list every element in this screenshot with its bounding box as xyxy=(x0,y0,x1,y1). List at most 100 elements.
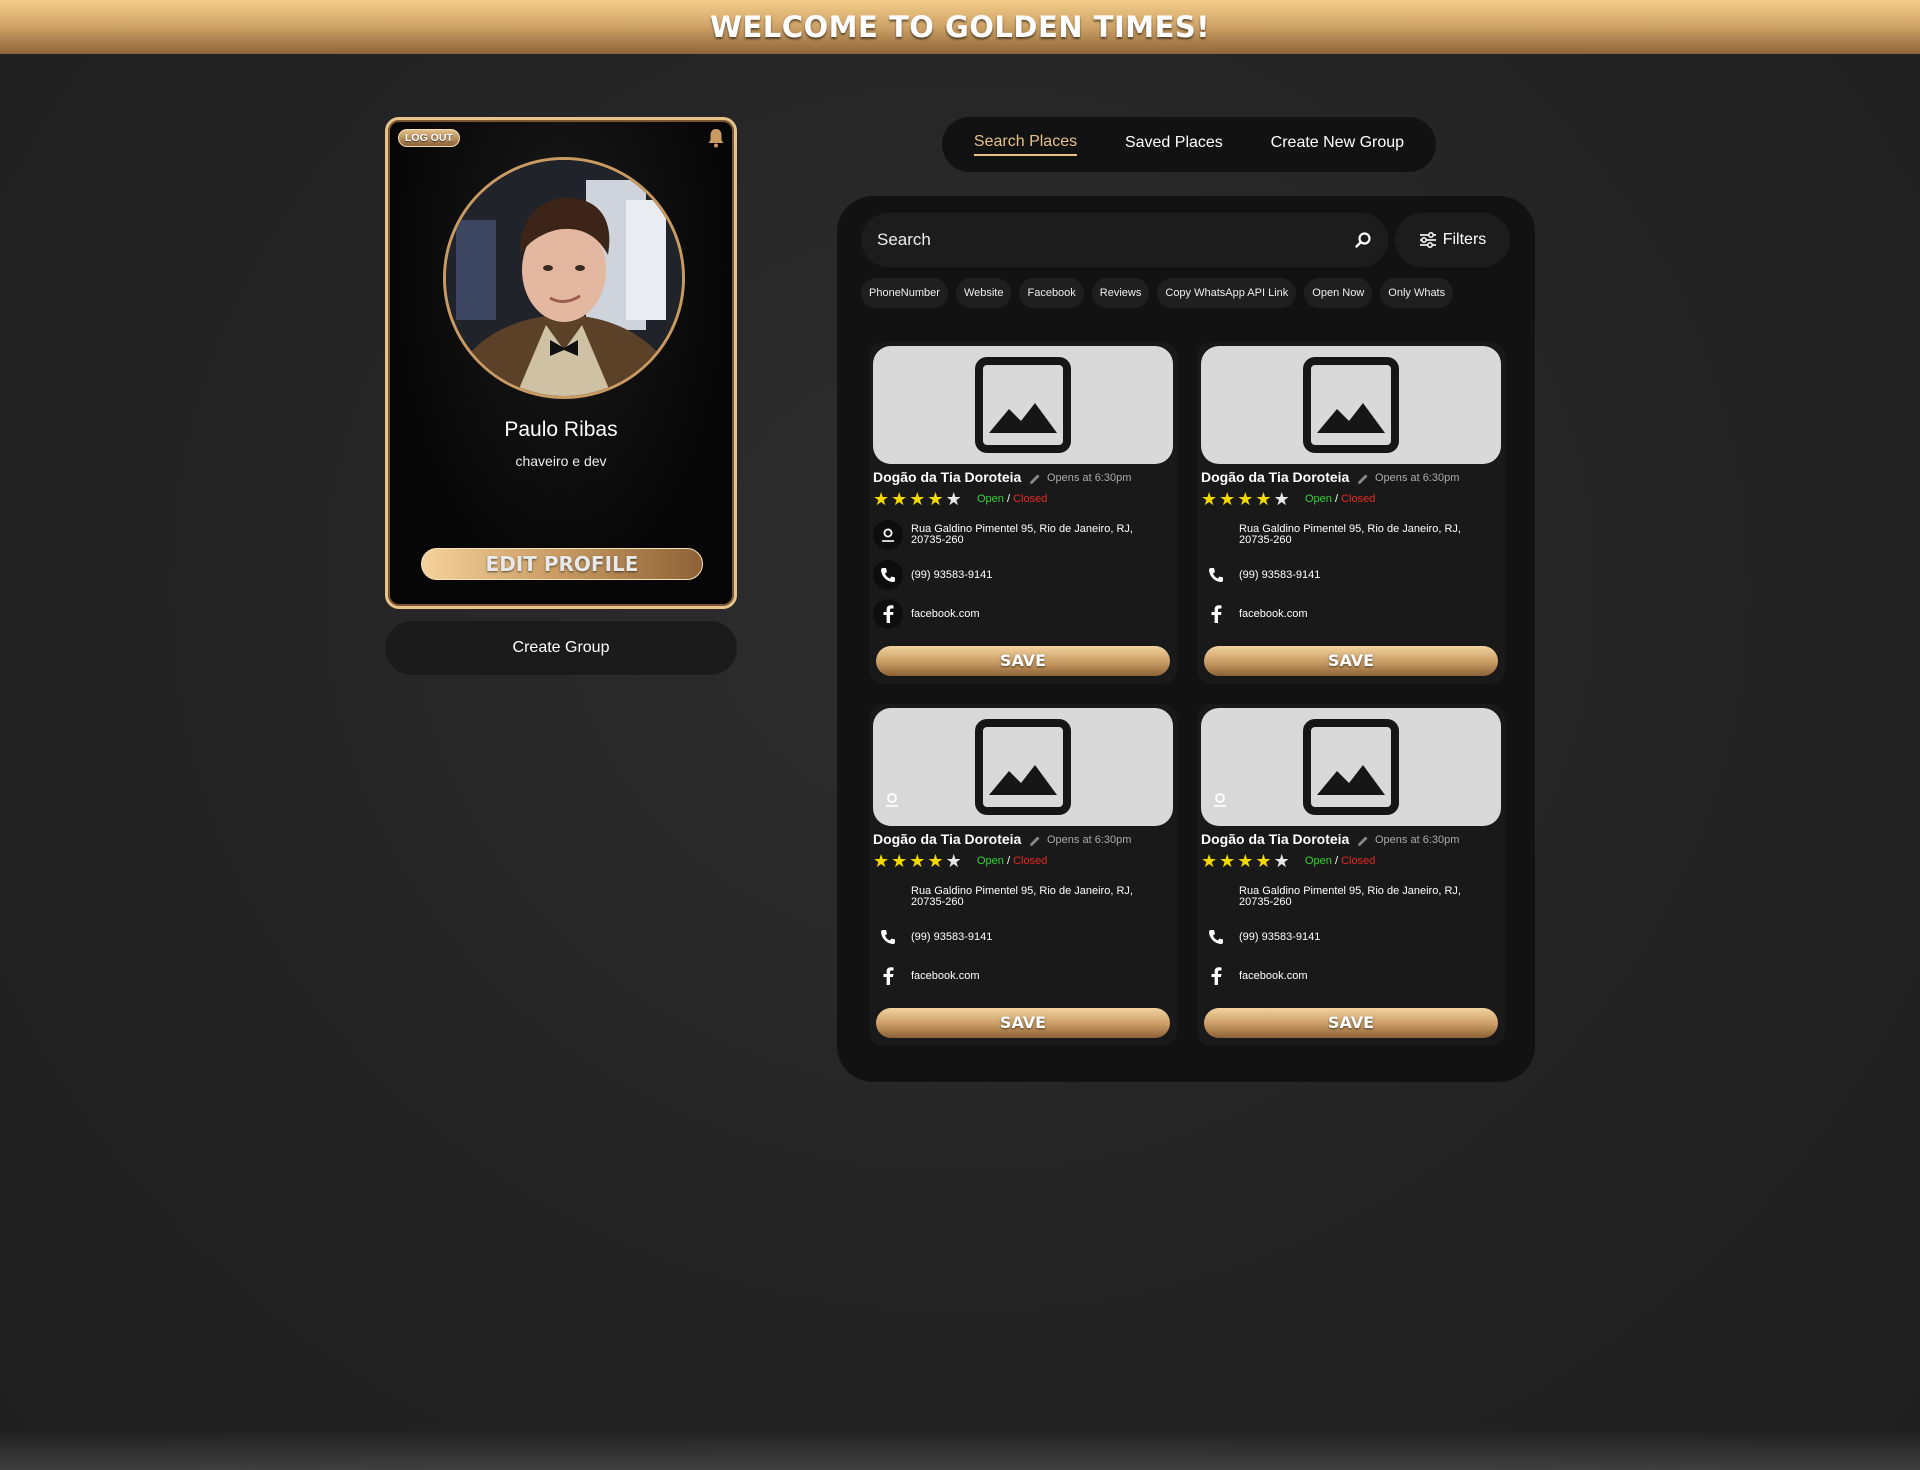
facebook-row: facebook.com xyxy=(1201,599,1307,629)
place-name: Dogão da Tia Doroteia xyxy=(1201,831,1350,847)
avatar-photo xyxy=(446,160,682,396)
star-icon: ★ xyxy=(1219,489,1236,509)
star-icon: ★ xyxy=(873,851,890,871)
phone-icon xyxy=(873,560,903,590)
pencil-icon[interactable] xyxy=(1357,473,1369,485)
chip-copy-whatsapp-link[interactable]: Copy WhatsApp API Link xyxy=(1157,278,1297,308)
edit-profile-button[interactable]: EDIT PROFILE xyxy=(421,548,703,580)
chip-website[interactable]: Website xyxy=(955,278,1012,308)
rating-stars: ★ ★ ★ ★ ★ xyxy=(873,489,962,509)
place-image xyxy=(1201,346,1501,464)
star-icon: ★ xyxy=(1201,851,1218,871)
chip-only-whats[interactable]: Only Whats xyxy=(1380,278,1454,308)
place-image xyxy=(1201,708,1501,826)
address-text: Rua Galdino Pimentel 95, Rio de Janeiro,… xyxy=(911,524,1133,546)
pencil-icon[interactable] xyxy=(1029,473,1041,485)
opening-time: Opens at 6:30pm xyxy=(1375,834,1460,846)
logout-button[interactable]: LOG OUT xyxy=(398,129,460,147)
star-icon: ★ xyxy=(891,851,908,871)
phone-text[interactable]: (99) 93583-9141 xyxy=(911,569,992,581)
nav-tabs: Search Places Saved Places Create New Gr… xyxy=(942,117,1436,172)
place-card-4: Dogão da Tia Doroteia Opens at 6:30pm ★ ★… xyxy=(1197,704,1505,1046)
star-icon: ★ xyxy=(909,489,926,509)
chip-reviews[interactable]: Reviews xyxy=(1091,278,1150,308)
star-icon: ★ xyxy=(1237,851,1254,871)
star-icon: ★ xyxy=(945,489,962,509)
filter-chips: PhoneNumber Website Facebook Reviews Cop… xyxy=(861,278,1454,308)
chip-open-now[interactable]: Open Now xyxy=(1304,278,1373,308)
tab-create-new-group[interactable]: Create New Group xyxy=(1271,134,1404,155)
open-label: Open xyxy=(1305,493,1332,505)
star-icon: ★ xyxy=(873,489,890,509)
closed-label: Closed xyxy=(1013,855,1048,867)
phone-text[interactable]: (99) 93583-9141 xyxy=(911,931,992,943)
facebook-link[interactable]: facebook.com xyxy=(911,970,979,982)
star-icon: ★ xyxy=(1273,489,1290,509)
status-separator: / xyxy=(1334,855,1339,867)
status-separator: / xyxy=(1334,493,1339,505)
search-icon[interactable] xyxy=(1354,231,1372,249)
tab-saved-places[interactable]: Saved Places xyxy=(1125,134,1223,155)
open-label: Open xyxy=(1305,855,1332,867)
chip-phonenumber[interactable]: PhoneNumber xyxy=(861,278,948,308)
open-label: Open xyxy=(977,493,1004,505)
sliders-icon xyxy=(1419,232,1436,248)
open-status: Open / Closed xyxy=(1305,855,1375,867)
closed-label: Closed xyxy=(1341,855,1376,867)
place-card-1: Dogão da Tia Doroteia Opens at 6:30pm ★ ★… xyxy=(869,342,1177,684)
opening-time: Opens at 6:30pm xyxy=(1375,472,1460,484)
phone-text[interactable]: (99) 93583-9141 xyxy=(1239,931,1320,943)
star-icon: ★ xyxy=(1273,851,1290,871)
bell-icon[interactable] xyxy=(706,127,726,149)
opening-time: Opens at 6:30pm xyxy=(1047,834,1132,846)
phone-text[interactable]: (99) 93583-9141 xyxy=(1239,569,1320,581)
phone-icon xyxy=(1201,560,1231,590)
avatar xyxy=(443,157,685,399)
rating-stars: ★ ★ ★ ★ ★ xyxy=(1201,489,1290,509)
profile-name: Paulo Ribas xyxy=(504,418,618,441)
image-placeholder-icon xyxy=(1303,357,1399,453)
address-text: Rua Galdino Pimentel 95, Rio de Janeiro,… xyxy=(911,886,1133,908)
address-line-2: 20735-260 xyxy=(911,896,964,908)
map-pin-icon xyxy=(873,520,903,550)
facebook-link[interactable]: facebook.com xyxy=(1239,608,1307,620)
pencil-icon[interactable] xyxy=(1029,835,1041,847)
save-button[interactable]: SAVE xyxy=(1204,1008,1498,1038)
opening-time: Opens at 6:30pm xyxy=(1047,472,1132,484)
facebook-icon xyxy=(1201,599,1231,629)
facebook-link[interactable]: facebook.com xyxy=(911,608,979,620)
map-pin-icon xyxy=(886,793,898,807)
open-status: Open / Closed xyxy=(977,855,1047,867)
address-line-2: 20735-260 xyxy=(911,534,964,546)
filters-button[interactable]: Filters xyxy=(1395,213,1510,267)
open-status: Open / Closed xyxy=(977,493,1047,505)
open-label: Open xyxy=(977,855,1004,867)
create-group-button[interactable]: Create Group xyxy=(385,621,737,675)
place-name: Dogão da Tia Doroteia xyxy=(873,469,1022,485)
facebook-row: facebook.com xyxy=(873,599,979,629)
place-image xyxy=(873,708,1173,826)
open-status: Open / Closed xyxy=(1305,493,1375,505)
address-text: Rua Galdino Pimentel 95, Rio de Janeiro,… xyxy=(1239,524,1461,546)
chip-facebook[interactable]: Facebook xyxy=(1019,278,1084,308)
save-button[interactable]: SAVE xyxy=(876,1008,1170,1038)
rating-stars: ★ ★ ★ ★ ★ xyxy=(1201,851,1290,871)
place-name: Dogão da Tia Doroteia xyxy=(1201,469,1350,485)
facebook-link[interactable]: facebook.com xyxy=(1239,970,1307,982)
pencil-icon[interactable] xyxy=(1357,835,1369,847)
save-button[interactable]: SAVE xyxy=(1204,646,1498,676)
image-placeholder-icon xyxy=(975,357,1071,453)
image-placeholder-icon xyxy=(1303,719,1399,815)
place-name: Dogão da Tia Doroteia xyxy=(873,831,1022,847)
save-button[interactable]: SAVE xyxy=(876,646,1170,676)
facebook-row: facebook.com xyxy=(873,961,979,991)
star-icon: ★ xyxy=(909,851,926,871)
tab-search-places[interactable]: Search Places xyxy=(973,133,1078,156)
facebook-icon xyxy=(873,599,903,629)
facebook-row: facebook.com xyxy=(1201,961,1307,991)
profile-card: LOG OUT Paulo Ribas chaveiro e dev EDIT … xyxy=(385,117,737,609)
search-input[interactable]: Search xyxy=(861,213,1388,267)
star-icon: ★ xyxy=(1255,489,1272,509)
address-row: Rua Galdino Pimentel 95, Rio de Janeiro,… xyxy=(873,520,1133,550)
phone-row: (99) 93583-9141 xyxy=(873,922,992,952)
